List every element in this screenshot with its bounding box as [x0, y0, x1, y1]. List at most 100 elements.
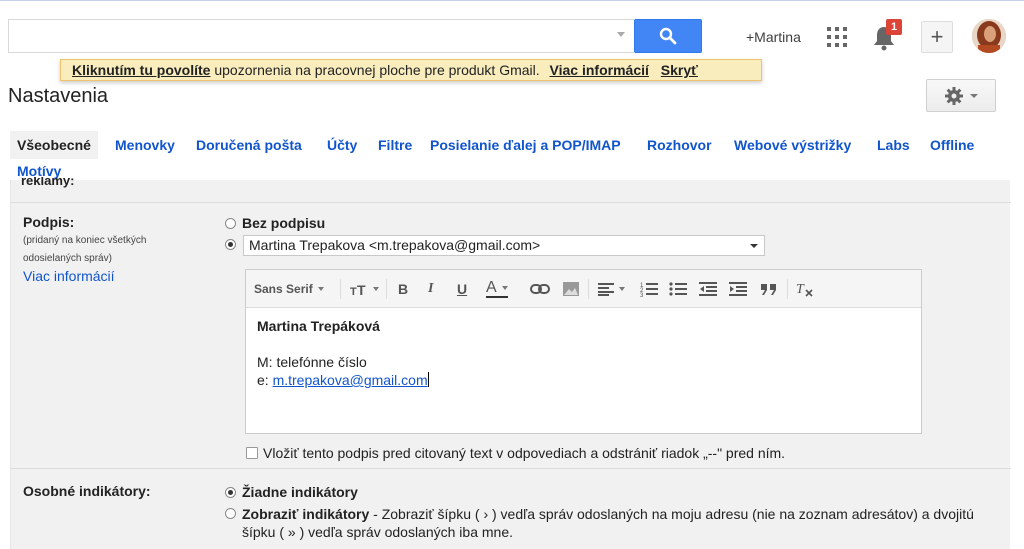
- no-signature-option-label: Bez podpisu: [242, 215, 325, 231]
- chevron-down-icon: [501, 285, 508, 290]
- signature-account-select[interactable]: Martina Trepakova <m.trepakova@gmail.com…: [243, 235, 765, 256]
- image-icon: [563, 282, 579, 296]
- signature-note-line1: (pridaný na koniec všetkých: [23, 235, 147, 246]
- no-signature-option-text: Bez podpisu: [242, 215, 326, 231]
- numbered-list-icon: 123: [640, 283, 658, 297]
- settings-button[interactable]: [926, 79, 996, 112]
- gear-icon: [945, 86, 963, 105]
- font-size-icon: TT: [350, 282, 366, 296]
- insert-before-quote-label: Vložiť tento podpis pred citovaný text v…: [263, 445, 786, 461]
- svg-text:T: T: [796, 282, 805, 297]
- notification-count-badge: 1: [886, 19, 902, 35]
- avatar[interactable]: [972, 19, 1006, 53]
- signature-phone-line: M: telefónne číslo: [257, 354, 367, 370]
- signature-email-prefix: e:: [257, 372, 273, 388]
- tab-chat[interactable]: Rozhovor: [640, 131, 719, 159]
- editor-toolbar: Sans Serif TT B I U A 123 T: [246, 270, 921, 308]
- italic-button[interactable]: I: [428, 279, 433, 299]
- notification-hide-link[interactable]: Skryť: [661, 62, 698, 78]
- svg-text:T: T: [357, 282, 366, 296]
- toolbar-divider: [588, 279, 589, 299]
- tab-labels[interactable]: Menovky: [108, 131, 182, 159]
- search-input[interactable]: [8, 19, 634, 53]
- numbered-list-button[interactable]: 123: [640, 279, 658, 299]
- svg-text:T: T: [350, 286, 357, 296]
- no-indicators-option-label: Žiadne indikátory: [242, 484, 358, 500]
- link-icon: [530, 284, 550, 294]
- chevron-down-icon: [750, 244, 758, 248]
- no-indicators-radio[interactable]: [225, 487, 236, 498]
- toolbar-divider: [340, 279, 341, 299]
- top-bar: +Martina 1 +: [0, 0, 1024, 62]
- signature-editor: Sans Serif TT B I U A 123 T Martina Trep…: [245, 269, 922, 434]
- apps-grid-icon[interactable]: [827, 27, 847, 47]
- indent-more-icon: [729, 282, 747, 296]
- font-family-button[interactable]: Sans Serif: [254, 279, 324, 299]
- tab-web-clips[interactable]: Webové výstrižky: [727, 131, 858, 159]
- signature-text-area[interactable]: Martina Trepáková M: telefónne číslo e: …: [246, 308, 921, 433]
- enable-notifications-link[interactable]: Kliknutím tu povolíte: [72, 62, 210, 78]
- page-title: Nastavenia: [8, 85, 109, 107]
- underline-button[interactable]: U: [457, 279, 467, 299]
- chevron-down-icon: [970, 93, 978, 98]
- signature-label: Podpis:: [23, 214, 75, 230]
- partial-section-label: reklamy:: [21, 177, 75, 188]
- notification-message: upozornenia na pracovnej ploche pre prod…: [210, 62, 540, 78]
- tab-forwarding-pop-imap[interactable]: Posielanie ďalej a POP/IMAP: [423, 131, 628, 159]
- align-button[interactable]: [598, 279, 625, 299]
- signature-email-link[interactable]: m.trepakova@gmail.com: [273, 372, 428, 388]
- insert-image-button[interactable]: [562, 279, 580, 299]
- font-family-value: Sans Serif: [254, 282, 313, 296]
- show-indicators-description-line2: šípku ( » ) vedľa správ odoslaných iba m…: [242, 524, 513, 540]
- no-signature-radio[interactable]: [225, 218, 236, 229]
- signature-more-info-link[interactable]: Viac informácií: [23, 268, 115, 284]
- quote-icon: [761, 284, 776, 295]
- desktop-notification-banner: Kliknutím tu povolíte upozornenia na pra…: [60, 59, 762, 81]
- increase-indent-button[interactable]: [729, 279, 747, 299]
- show-indicators-option-label: Zobraziť indikátory - Zobraziť šípku ( ›…: [242, 505, 974, 541]
- chevron-down-icon: [317, 287, 324, 291]
- bulleted-list-icon: [669, 282, 687, 296]
- tab-offline[interactable]: Offline: [923, 131, 981, 159]
- bold-button[interactable]: B: [398, 279, 408, 299]
- signature-name: Martina Trepáková: [257, 318, 380, 334]
- chevron-down-icon: [373, 287, 379, 291]
- insert-link-button[interactable]: [530, 279, 550, 299]
- tab-filters[interactable]: Filtre: [371, 131, 419, 159]
- insert-before-quote-checkbox[interactable]: [246, 447, 258, 459]
- signature-radio[interactable]: [225, 239, 236, 250]
- tab-accounts[interactable]: Účty: [320, 131, 364, 159]
- text-cursor: [427, 372, 429, 387]
- align-left-icon: [598, 283, 614, 296]
- tab-inbox[interactable]: Doručená pošta: [189, 131, 309, 159]
- avatar-image: [972, 19, 1006, 53]
- toolbar-divider: [386, 279, 387, 299]
- settings-content: reklamy: Podpis: (pridaný na koniec všet…: [10, 177, 1011, 549]
- tab-general[interactable]: Všeobecné: [10, 131, 98, 159]
- font-size-button[interactable]: TT: [350, 279, 379, 299]
- decrease-indent-button[interactable]: [699, 279, 717, 299]
- text-color-label: A: [486, 278, 497, 296]
- quote-button[interactable]: [760, 279, 778, 299]
- show-indicators-description-line1: - Zobraziť šípku ( › ) vedľa správ odosl…: [369, 506, 974, 522]
- svg-text:3: 3: [640, 293, 644, 297]
- notifications-button[interactable]: 1: [872, 19, 902, 51]
- search-button[interactable]: [634, 19, 702, 53]
- indent-less-icon: [699, 282, 717, 296]
- notification-more-info-link[interactable]: Viac informácií: [550, 62, 649, 78]
- text-color-button[interactable]: A: [486, 279, 508, 298]
- bulleted-list-button[interactable]: [669, 279, 687, 299]
- google-plus-profile-link[interactable]: +Martina: [746, 29, 801, 45]
- remove-formatting-button[interactable]: T: [796, 279, 816, 299]
- tab-labs[interactable]: Labs: [870, 131, 917, 159]
- search-options-chevron-icon[interactable]: [617, 32, 625, 37]
- show-indicators-option-title: Zobraziť indikátory: [242, 506, 370, 522]
- section-divider: [11, 202, 1011, 203]
- show-indicators-radio[interactable]: [225, 508, 236, 519]
- toolbar-divider: [787, 279, 788, 299]
- share-plus-button[interactable]: +: [921, 21, 953, 53]
- clear-format-icon: T: [796, 282, 813, 297]
- search-icon: [659, 27, 677, 45]
- chevron-down-icon: [619, 287, 625, 291]
- settings-tabs: Všeobecné Menovky Doručená pošta Účty Fi…: [10, 131, 1020, 183]
